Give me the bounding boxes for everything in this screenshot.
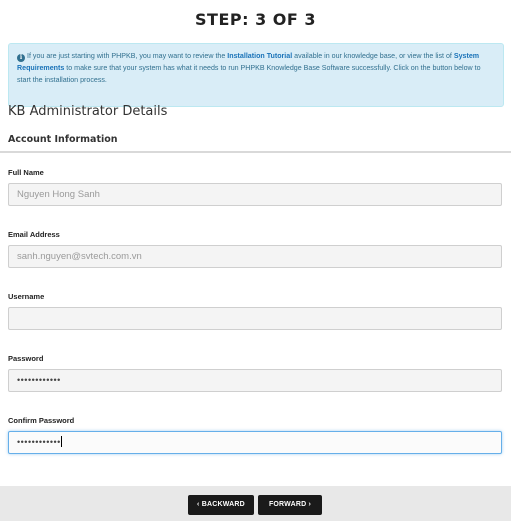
email-label: Email Address xyxy=(8,230,60,239)
username-input[interactable] xyxy=(8,307,502,330)
confirm-password-label: Confirm Password xyxy=(8,416,75,425)
info-icon: i xyxy=(17,54,25,62)
info-text-part2: available in our knowledge base, or view… xyxy=(292,52,454,60)
username-label: Username xyxy=(8,292,45,301)
account-information-heading: Account Information xyxy=(8,134,118,145)
installation-tutorial-link[interactable]: Installation Tutorial xyxy=(227,52,292,60)
confirm-password-value: •••••••••••• xyxy=(17,437,61,447)
info-text-part3: to make sure that your system has what i… xyxy=(17,64,481,84)
step-title: STEP: 3 OF 3 xyxy=(195,10,316,29)
full-name-input[interactable]: Nguyen Hong Sanh xyxy=(8,183,502,206)
section-heading: KB Administrator Details xyxy=(8,104,168,119)
confirm-password-input[interactable]: •••••••••••• xyxy=(8,431,502,454)
password-input[interactable]: •••••••••••• xyxy=(8,369,502,392)
info-text-part1: If you are just starting with PHPKB, you… xyxy=(27,52,228,60)
backward-button[interactable]: ‹ BACKWARD xyxy=(188,495,254,515)
text-caret xyxy=(60,436,62,447)
password-label: Password xyxy=(8,354,44,363)
divider xyxy=(0,151,511,153)
footer-bar xyxy=(0,486,511,521)
full-name-label: Full Name xyxy=(8,168,44,177)
email-input[interactable]: sanh.nguyen@svtech.com.vn xyxy=(8,245,502,268)
forward-button[interactable]: FORWARD › xyxy=(258,495,322,515)
info-alert: i If you are just starting with PHPKB, yo… xyxy=(8,43,504,107)
